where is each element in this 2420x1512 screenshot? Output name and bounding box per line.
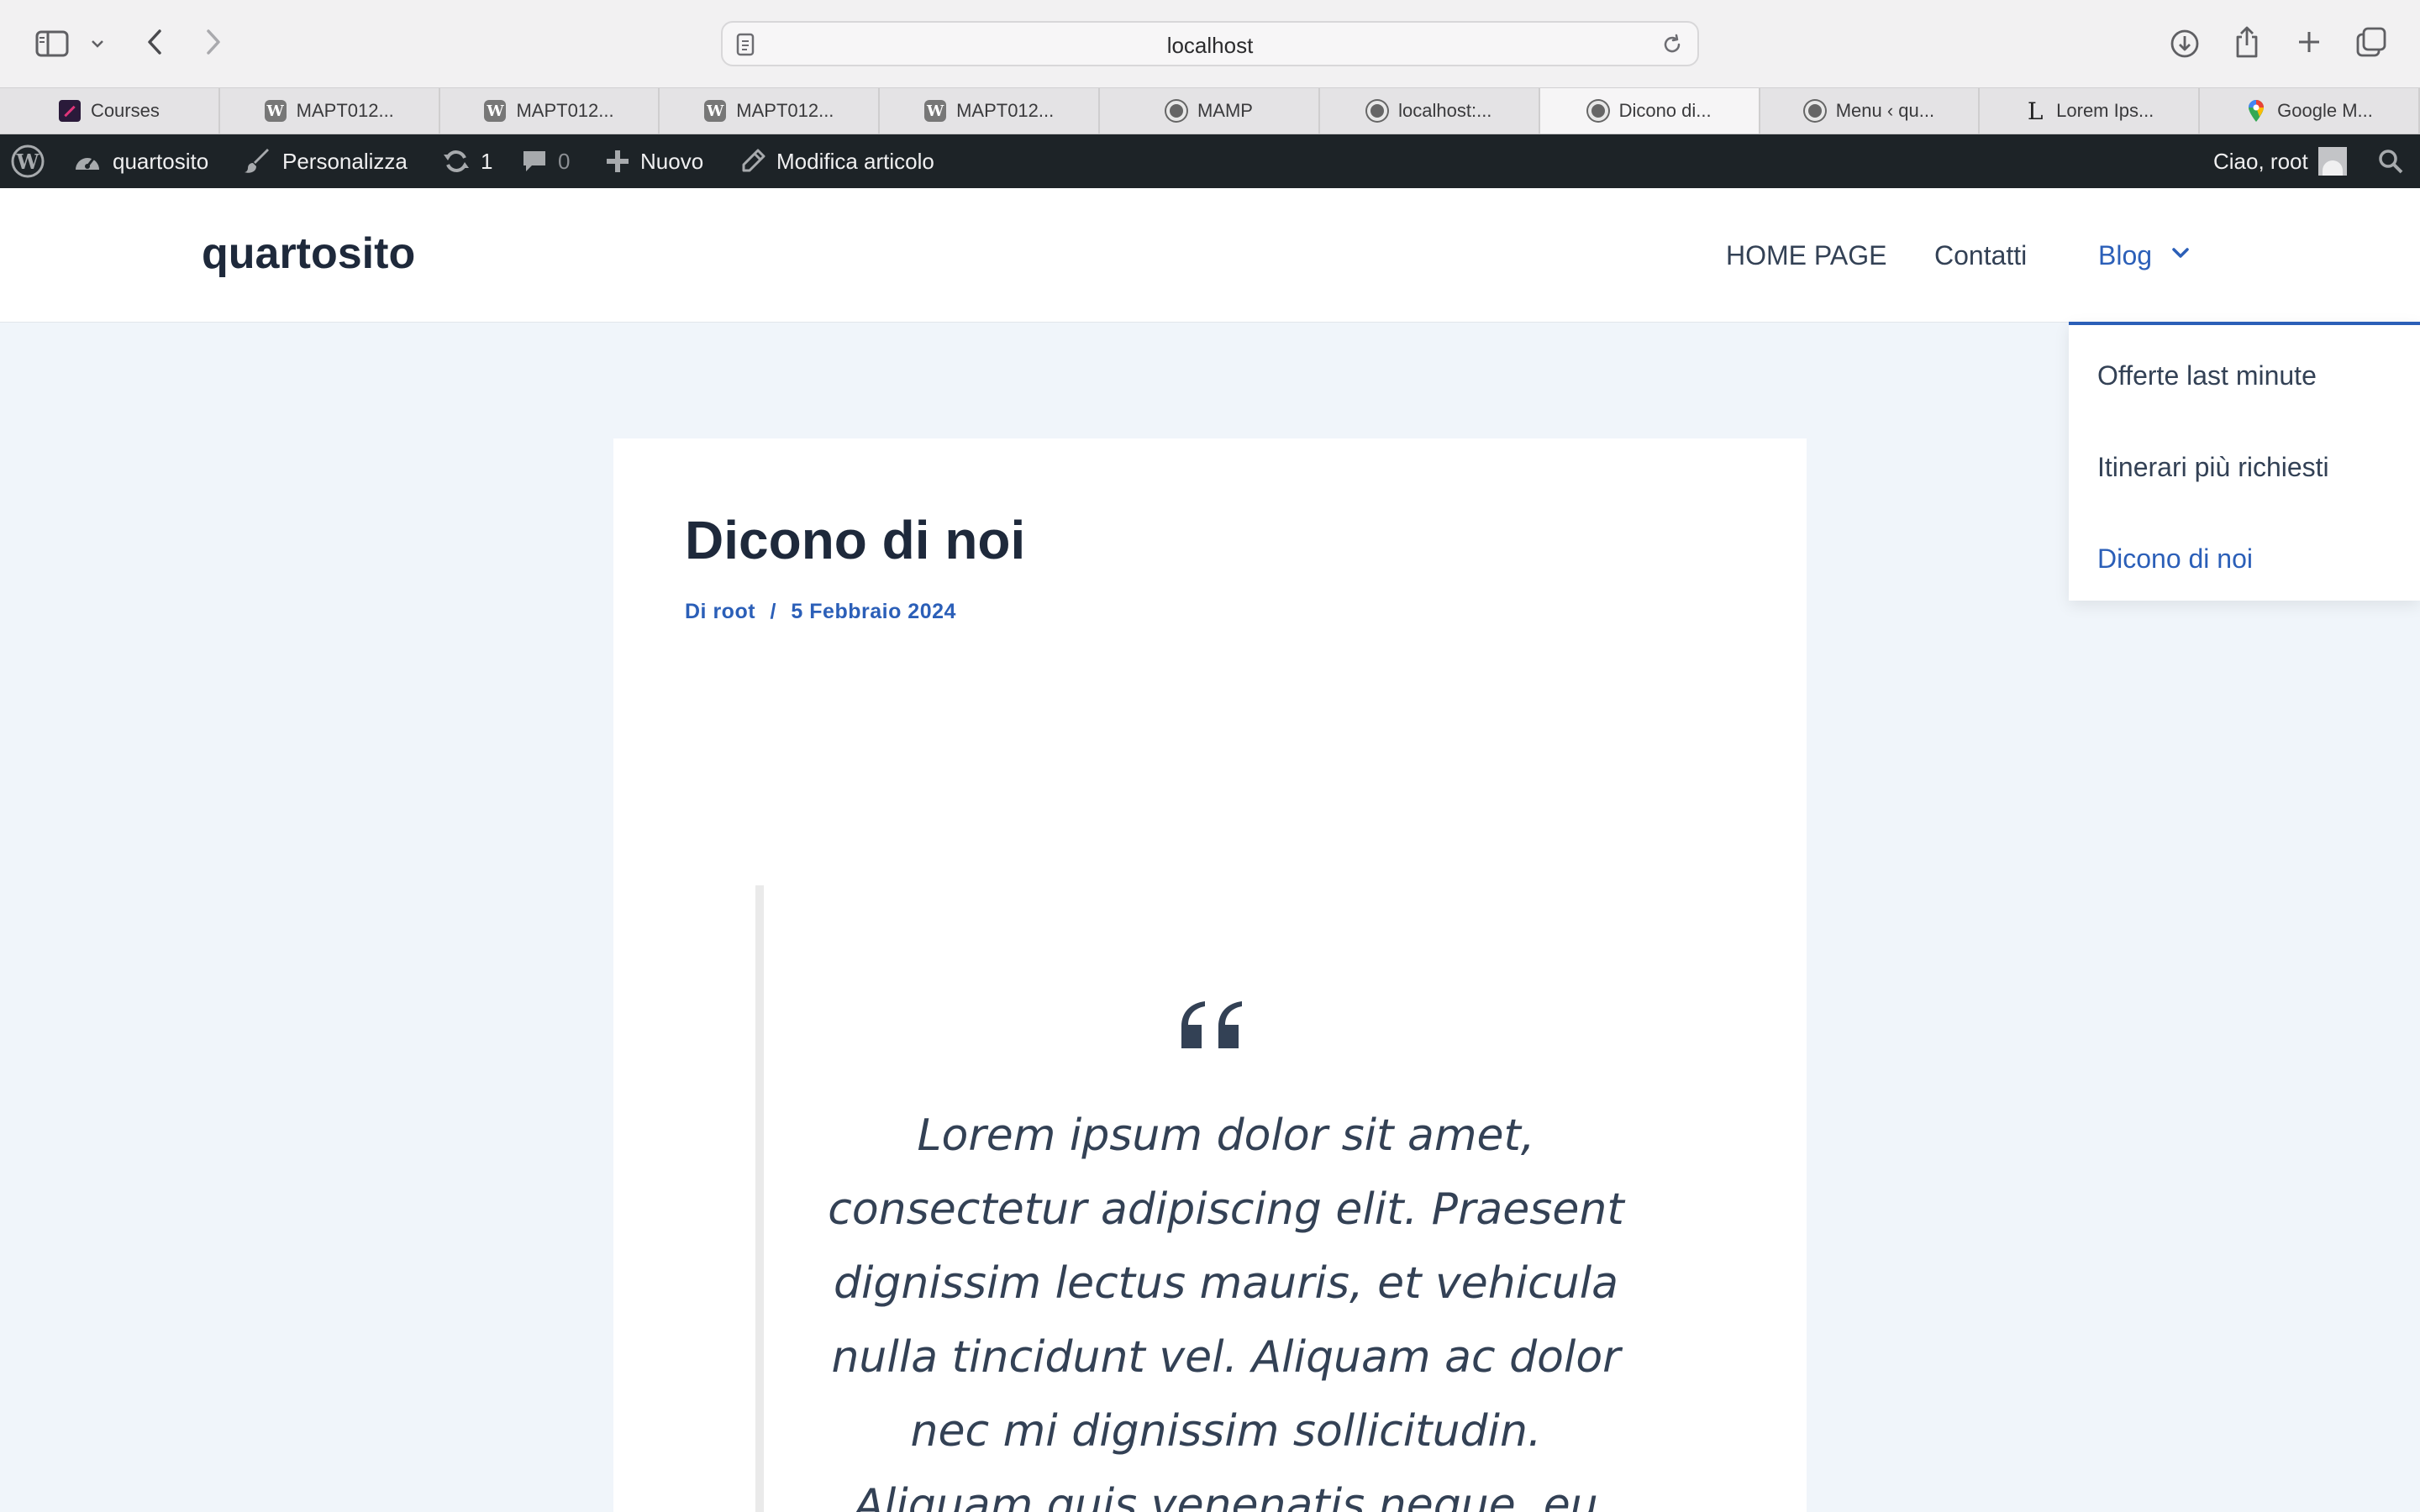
quote-line: nec mi dignissim sollicitudin. [910, 1406, 1542, 1457]
quote-line: nulla tincidunt vel. Aliquam ac dolor [831, 1332, 1621, 1383]
wordpress-favicon-icon: W [264, 100, 287, 122]
updates-count: 1 [481, 148, 493, 174]
comments-link[interactable]: 0 [521, 134, 570, 188]
tab-localhost[interactable]: localhost:... [1320, 88, 1540, 134]
new-content-link[interactable]: Nuovo [605, 134, 703, 188]
meta-prefix: Di [685, 600, 707, 623]
admin-site-name: quartosito [113, 148, 209, 174]
customize-label: Personalizza [282, 148, 408, 174]
mamp-favicon-icon [1804, 100, 1826, 122]
tab-mamp[interactable]: MAMP [1100, 88, 1320, 134]
post-date: 5 Febbraio 2024 [791, 600, 956, 623]
wordpress-favicon-icon: W [704, 100, 727, 122]
post-meta: Di root / 5 Febbraio 2024 [685, 600, 956, 624]
mamp-favicon-icon [1165, 100, 1187, 122]
nav-home[interactable]: HOME PAGE [1726, 240, 1886, 271]
site-header: quartosito HOME PAGE Contatti Blog [0, 188, 2420, 323]
tab-courses[interactable]: Courses [0, 88, 220, 134]
tab-label: Courses [90, 100, 160, 121]
courses-favicon-icon [58, 100, 81, 122]
chevron-down-icon[interactable] [87, 34, 108, 54]
tab-google-maps[interactable]: Google M... [2200, 88, 2420, 134]
google-maps-favicon-icon [2245, 100, 2267, 122]
updates-link[interactable]: 1 [442, 134, 492, 188]
tab-label: MAPT012... [956, 100, 1055, 121]
tab-label: Menu ‹ qu... [1835, 100, 1935, 121]
tab-bar: Courses W MAPT012... W MAPT012... W MAPT… [0, 87, 2420, 134]
tab-label: Dicono di... [1618, 100, 1712, 121]
url-text: localhost [1166, 33, 1254, 58]
chevron-down-icon[interactable] [2170, 245, 2191, 265]
blog-submenu: Offerte last minute Itinerari più richie… [2069, 322, 2420, 601]
quote-line: consectetur adipiscing elit. Praesent [828, 1184, 1624, 1235]
tab-label: Google M... [2277, 100, 2373, 121]
tab-label: MAPT012... [736, 100, 834, 121]
new-tab-icon[interactable] [2294, 27, 2324, 57]
comments-count: 0 [558, 148, 571, 174]
customize-link[interactable]: Personalizza [244, 134, 408, 188]
submenu-item-dicono-di-noi[interactable]: Dicono di noi [2097, 543, 2253, 575]
article: Dicono di noi Di root / 5 Febbraio 2024 … [613, 438, 1807, 1512]
edit-post-label: Modifica articolo [776, 148, 934, 174]
updates-icon [444, 150, 469, 172]
quote-line: dignissim lectus mauris, et vehicula [833, 1258, 1619, 1309]
tab-menu[interactable]: Menu ‹ qu... [1760, 88, 1981, 134]
dashboard-icon [76, 158, 99, 170]
reload-icon[interactable] [1660, 33, 1684, 60]
tab-mapt012-2[interactable]: W MAPT012... [440, 88, 660, 134]
tab-label: localhost:... [1398, 100, 1492, 121]
wordpress-favicon-icon: W [484, 100, 507, 122]
pencil-icon [742, 149, 765, 172]
post-author-link[interactable]: root [713, 600, 755, 623]
downloads-icon[interactable] [2168, 27, 2202, 60]
edit-post-link[interactable]: Modifica articolo [739, 134, 934, 188]
wp-admin-bar: W quartosito Personalizza 1 0 Nuovo Modi… [0, 134, 2420, 188]
tab-label: Lorem Ips... [2056, 100, 2154, 121]
browser-toolbar: localhost [0, 0, 2420, 87]
quote-line: Lorem ipsum dolor sit amet, [917, 1110, 1535, 1161]
wordpress-favicon-icon: W [924, 100, 947, 122]
address-bar[interactable]: localhost [721, 21, 1699, 66]
meta-separator: / [770, 600, 776, 623]
mamp-favicon-icon [1587, 100, 1609, 122]
greeting-label: Ciao, root [2213, 148, 2308, 174]
tab-dicono-di-noi[interactable]: Dicono di... [1539, 88, 1760, 134]
submenu-item-offerte[interactable]: Offerte last minute [2097, 360, 2317, 391]
plus-icon [607, 150, 629, 172]
back-icon[interactable] [141, 25, 168, 59]
tab-lorem-ipsum[interactable]: L Lorem Ips... [1980, 88, 2201, 134]
my-account-link[interactable]: Ciao, root [2213, 134, 2347, 188]
quote-icon [764, 1001, 1663, 1058]
nav-blog[interactable]: Blog [2098, 240, 2152, 271]
avatar [2317, 147, 2347, 176]
tab-mapt012-1[interactable]: W MAPT012... [220, 88, 440, 134]
tab-label: MAPT012... [516, 100, 614, 121]
share-icon[interactable] [2232, 24, 2262, 60]
search-icon[interactable] [2378, 134, 2403, 188]
svg-text:W: W [16, 150, 40, 174]
lorem-favicon-icon: L [2027, 97, 2044, 125]
mamp-favicon-icon [1366, 100, 1388, 122]
site-title[interactable]: quartosito [202, 228, 415, 279]
forward-icon[interactable] [200, 25, 227, 59]
submenu-item-itinerari[interactable]: Itinerari più richiesti [2097, 452, 2329, 483]
nav-contacts[interactable]: Contatti [1934, 240, 2027, 271]
quote-line: Aliquam quis venenatis neque, eu [854, 1480, 1598, 1512]
comment-icon [523, 151, 545, 171]
quote-text: Lorem ipsum dolor sit amet, consectetur … [806, 1099, 1646, 1512]
tab-label: MAPT012... [296, 100, 394, 121]
wordpress-logo-icon[interactable]: W [10, 134, 45, 188]
tab-mapt012-3[interactable]: W MAPT012... [660, 88, 881, 134]
paintbrush-icon [245, 149, 269, 173]
blockquote: Lorem ipsum dolor sit amet, consectetur … [755, 885, 1663, 1512]
sidebar-toggle-icon[interactable] [34, 27, 71, 60]
tab-mapt012-4[interactable]: W MAPT012... [880, 88, 1101, 134]
tab-label: MAMP [1197, 100, 1253, 121]
admin-site-link[interactable]: quartosito [72, 134, 208, 188]
new-label: Nuovo [640, 148, 704, 174]
tab-overview-icon[interactable] [2354, 25, 2388, 59]
post-title: Dicono di noi [685, 510, 1026, 570]
